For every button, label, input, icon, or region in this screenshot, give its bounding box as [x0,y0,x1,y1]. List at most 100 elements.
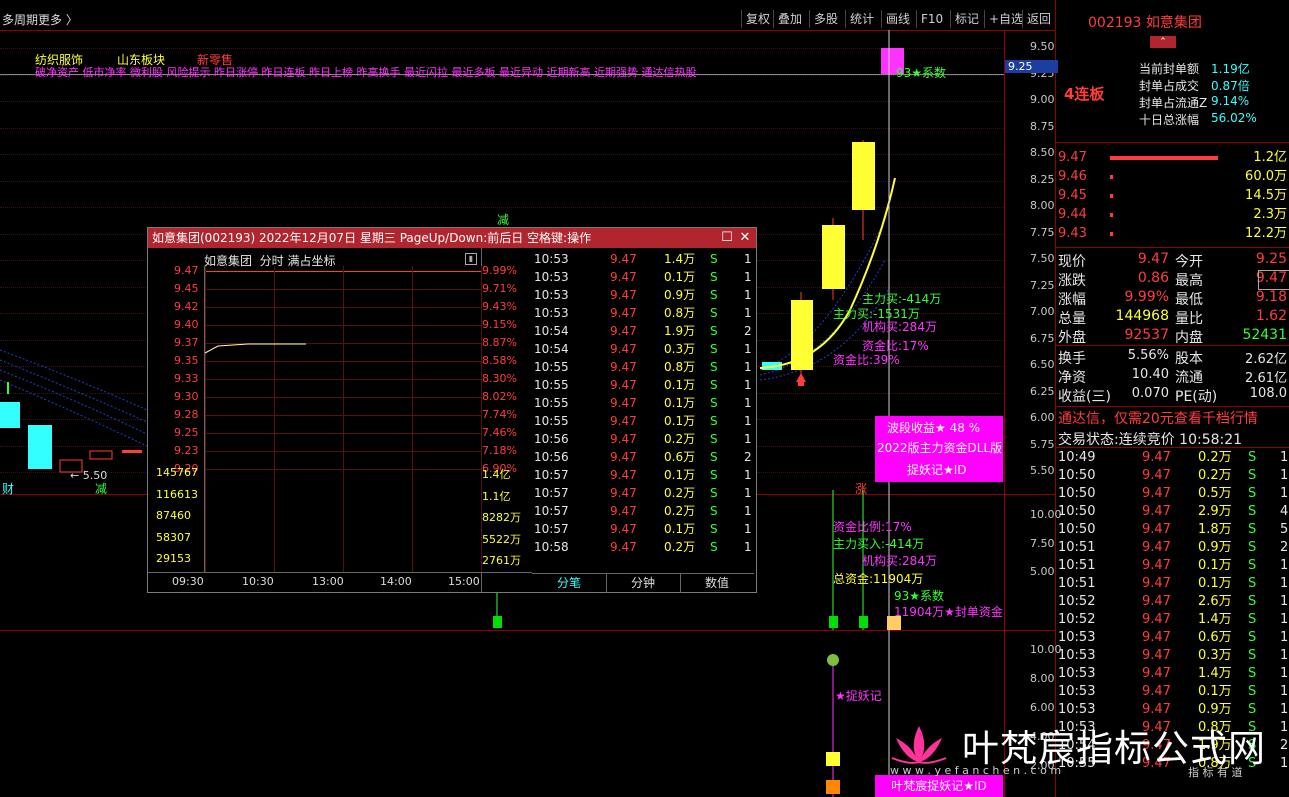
right-tick-cell: 0.2万 [1198,450,1232,465]
candle [822,225,845,289]
quote-label: 最高 [1175,273,1203,289]
indicator-panel-box[interactable]: 波段收益★ 48 % 2022版主力资金DLL版 捉妖记★ID [875,416,1003,482]
tick-cell: 9.47 [610,540,637,554]
tick-cell: S [710,378,718,392]
promo-banner[interactable]: 通达信，仅需20元查看千档行情 [1058,408,1258,428]
tab-values[interactable]: 数值 [680,574,754,593]
dll-version: 2022版主力资金DLL版 [877,441,1003,455]
fund-label: 流通 [1175,370,1203,386]
sub2-tick-label: 10.00 [1030,643,1062,656]
right-tick-cell: 1.4万 [1198,612,1232,627]
toolbar-button[interactable]: F10 [916,10,947,28]
tick-cell: 10:57 [534,522,569,536]
right-tick-cell: 10:49 [1058,450,1096,465]
right-tick-cell: 1 [1280,468,1289,483]
right-tick-row: 10:51 9.47 0.1万 S 1 [1058,575,1289,593]
wave-income: 波段收益★ 48 % [887,421,981,435]
rp-sep4 [1056,406,1289,407]
mark-jian-top: 减 [497,213,510,227]
tick-cell: 10:57 [534,504,569,518]
tick-cell: 0.8万 [664,360,696,374]
sub2-tick-label: 8.00 [1030,672,1055,685]
more-menu[interactable]: 更多 〉 [38,11,78,28]
tick-row: 10:57 9.47 0.2万 S 1 [532,502,754,520]
orderbook-row[interactable]: 9.43 12.2万 [1058,225,1289,243]
orderbook-row[interactable]: 9.45 14.5万 [1058,187,1289,205]
sub1-tick-label: 5.00 [1030,565,1055,578]
toolbar-button[interactable]: +自选 [984,10,1027,28]
tab-minutes[interactable]: 分钟 [606,574,681,593]
close-icon[interactable]: ✕ [736,228,754,248]
right-tick-cell: 1 [1280,450,1289,465]
tab-ticks[interactable]: 分笔 [532,574,607,593]
orderbook-price: 9.45 [1058,188,1087,203]
tick-cell: 9.47 [610,522,637,536]
right-tick-cell: 4 [1280,504,1289,519]
toolbar-button[interactable]: 画线 [881,10,914,28]
right-tick-cell: 10:50 [1058,486,1096,501]
toolbar-button[interactable]: 复权 [741,10,774,28]
orderbook-row[interactable]: 9.47 1.2亿 [1058,149,1289,167]
right-tick-cell: S [1248,450,1257,465]
streak-label: 4连板 [1064,85,1105,103]
toolbar-button[interactable]: 标记 [950,10,983,28]
tick-cell: 1 [744,504,752,518]
expand-button[interactable]: ⌃ [1150,36,1176,48]
tick-cell: 10:54 [534,324,569,338]
right-tick-cell: 9.47 [1142,450,1171,465]
sub1-tick-label: 7.50 [1030,536,1055,550]
tick-cell: 1 [744,378,752,392]
right-tick-row: 10:50 9.47 1.8万 S 5 [1058,521,1289,539]
right-tick-cell: 0.3万 [1198,648,1232,663]
right-tick-cell: 1 [1280,684,1289,699]
tick-cell: 9.47 [610,396,637,410]
toolbar-button[interactable]: 统计 [845,10,878,28]
right-tick-cell: S [1248,522,1257,537]
right-tick-cell: 2 [1280,540,1289,555]
rp-sep3 [1056,345,1289,346]
tick-cell: 10:58 [534,540,569,554]
right-tick-row: 10:49 9.47 0.2万 S 1 [1058,449,1289,467]
orderbook-volume: 60.0万 [1245,169,1287,184]
quote-value: 9.47 [1137,251,1169,267]
tick-cell: 0.2万 [664,486,696,500]
tick-cell: 10:55 [534,414,569,428]
toolbar-button[interactable]: 叠加 [773,10,806,28]
toolbar-button[interactable]: 返回 [1022,10,1055,28]
orderbook-price: 9.44 [1058,207,1087,222]
watermark-tagline: 指 标 有 道 [1188,766,1243,779]
right-tick-cell: 0.2万 [1198,468,1232,483]
right-tick-cell: S [1248,648,1257,663]
tick-cell: 1.9万 [664,324,696,338]
fund-value: 5.56% [1127,348,1169,363]
right-tick-row: 10:52 9.47 1.4万 S 1 [1058,611,1289,629]
stock-title: 002193 如意集团 [1088,15,1202,31]
rp-sep1 [1056,142,1289,143]
right-tick-cell: 1 [1280,576,1289,591]
fund-label: PE(动) [1175,389,1218,405]
orderbook-row[interactable]: 9.44 2.3万 [1058,206,1289,224]
trade-status: 交易状态:连续竞价 10:58:21 [1058,429,1242,449]
right-tick-cell: 0.9万 [1198,702,1232,717]
maximize-icon[interactable]: ☐ [718,228,736,248]
inst-buy: 机构买:284万 [862,320,937,334]
tick-cell: 1 [744,468,752,482]
fund-label: 股本 [1175,351,1203,367]
intraday-popup[interactable]: 如意集团(002193) 2022年12月07日 星期三 PageUp/Down… [147,227,757,593]
orderbook-volume: 12.2万 [1245,226,1287,241]
vol-bar [829,616,838,628]
right-tick-cell: 0.6万 [1198,630,1232,645]
tick-cell: 9.47 [610,324,637,338]
badge-icon [826,780,840,794]
candle [122,450,142,453]
quote-label: 今开 [1175,254,1203,270]
quote-value: 9.25 [1255,251,1287,267]
vol-bar [493,616,502,628]
right-tick-cell: S [1248,540,1257,555]
right-tick-cell: 1 [1280,666,1289,681]
right-tick-cell: 9.47 [1142,558,1171,573]
multi-period-menu[interactable]: 多周期 [2,11,38,28]
toolbar-button[interactable]: 多股 [809,10,842,28]
quote-label: 涨幅 [1058,292,1086,308]
orderbook-row[interactable]: 9.46 60.0万 [1058,168,1289,186]
